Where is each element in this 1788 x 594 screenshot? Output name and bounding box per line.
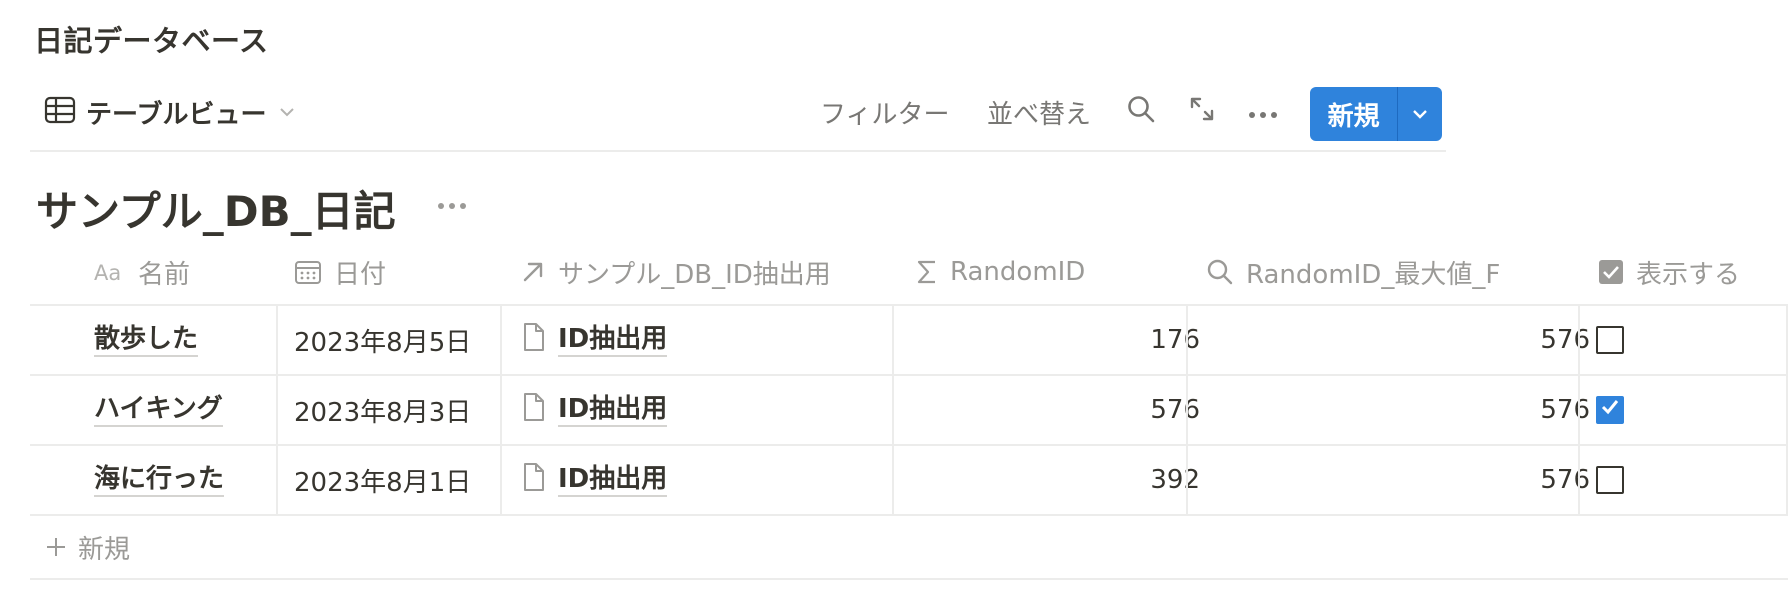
relation-cell[interactable]: ID抽出用	[522, 306, 668, 374]
show-cell	[1596, 306, 1624, 374]
chevron-down-icon	[278, 103, 296, 122]
page-icon	[522, 322, 546, 359]
column-header-randomid[interactable]: RandomID	[916, 240, 1085, 304]
more-dots-icon	[437, 196, 467, 215]
show-checkbox[interactable]	[1596, 326, 1624, 354]
table-view-icon	[44, 96, 76, 128]
expand-button[interactable]	[1188, 90, 1216, 134]
table-row[interactable]: 海に行った 2023年8月1日 ID抽出用 392 576	[30, 446, 1788, 516]
show-checkbox-checked[interactable]	[1596, 396, 1624, 424]
row-title-link[interactable]: 散歩した	[94, 323, 199, 358]
relation-arrow-icon	[520, 259, 546, 285]
relation-cell[interactable]: ID抽出用	[522, 446, 668, 514]
svg-text:Aa: Aa	[94, 261, 121, 284]
view-label: テーブルビュー	[86, 99, 267, 130]
row-title-link[interactable]: 海に行った	[94, 463, 225, 498]
date-cell[interactable]: 2023年8月5日	[294, 306, 471, 374]
date-cell[interactable]: 2023年8月1日	[294, 446, 471, 514]
checkbox-property-icon	[1598, 259, 1624, 285]
sort-button[interactable]: 並べ替え	[987, 90, 1091, 134]
randomid-max-cell[interactable]: 576	[1190, 376, 1590, 444]
new-row-button[interactable]: 新規	[44, 516, 130, 578]
page-icon	[522, 392, 546, 429]
randomid-cell[interactable]: 576	[896, 376, 1200, 444]
column-header-randomid-max[interactable]: RandomID_最大値_F	[1206, 240, 1500, 304]
database-toolbar: テーブルビュー フィルター 並べ替え 新規	[30, 84, 1446, 152]
chevron-down-icon	[1411, 105, 1429, 124]
search-icon	[1126, 94, 1156, 131]
relation-link[interactable]: ID抽出用	[558, 323, 668, 358]
sigma-icon	[916, 259, 938, 285]
database-title[interactable]: サンプル_DB_日記	[36, 178, 396, 239]
randomid-cell[interactable]: 392	[896, 446, 1200, 514]
search-icon	[1206, 258, 1234, 286]
column-header-relation[interactable]: サンプル_DB_ID抽出用	[520, 240, 831, 304]
new-button[interactable]: 新規	[1310, 87, 1399, 141]
page-icon	[522, 462, 546, 499]
column-header-date[interactable]: 日付	[294, 240, 386, 304]
text-property-icon: Aa	[94, 260, 126, 284]
table-row[interactable]: 散歩した 2023年8月5日 ID抽出用 176 576	[30, 306, 1788, 376]
relation-link[interactable]: ID抽出用	[558, 393, 668, 428]
randomid-max-cell[interactable]: 576	[1190, 446, 1590, 514]
page-title: 日記データベース	[34, 24, 269, 58]
new-button-group: 新規	[1310, 87, 1442, 141]
filter-button[interactable]: フィルター	[820, 90, 949, 134]
name-cell: ハイキング	[94, 376, 223, 444]
name-cell: 散歩した	[94, 306, 199, 374]
name-cell: 海に行った	[94, 446, 225, 514]
show-cell	[1596, 376, 1624, 444]
column-header-show[interactable]: 表示する	[1598, 240, 1740, 304]
row-title-link[interactable]: ハイキング	[94, 393, 223, 428]
relation-cell[interactable]: ID抽出用	[522, 376, 668, 444]
more-dots-icon	[1248, 97, 1278, 127]
database-table: Aa 名前 日付 サンプル_DB_ID抽出用 RandomID RandomID…	[30, 240, 1788, 580]
checkmark-icon	[1599, 395, 1621, 425]
database-more-button[interactable]	[434, 190, 470, 220]
expand-arrows-icon	[1188, 95, 1216, 130]
plus-icon	[44, 535, 68, 559]
randomid-max-cell[interactable]: 576	[1190, 306, 1590, 374]
randomid-cell[interactable]: 176	[896, 306, 1200, 374]
add-row[interactable]: 新規	[30, 516, 1788, 580]
table-header: Aa 名前 日付 サンプル_DB_ID抽出用 RandomID RandomID…	[30, 240, 1788, 306]
calendar-icon	[294, 259, 322, 285]
relation-link[interactable]: ID抽出用	[558, 463, 668, 498]
show-checkbox[interactable]	[1596, 466, 1624, 494]
view-switcher[interactable]: テーブルビュー	[44, 90, 296, 134]
show-cell	[1596, 446, 1624, 514]
new-dropdown-button[interactable]	[1398, 87, 1442, 141]
more-options-button[interactable]	[1248, 90, 1278, 134]
new-row-label: 新規	[78, 534, 131, 565]
search-button[interactable]	[1126, 90, 1156, 134]
date-cell[interactable]: 2023年8月3日	[294, 376, 471, 444]
column-header-name[interactable]: Aa 名前	[94, 240, 190, 304]
table-row[interactable]: ハイキング 2023年8月3日 ID抽出用 576 576	[30, 376, 1788, 446]
